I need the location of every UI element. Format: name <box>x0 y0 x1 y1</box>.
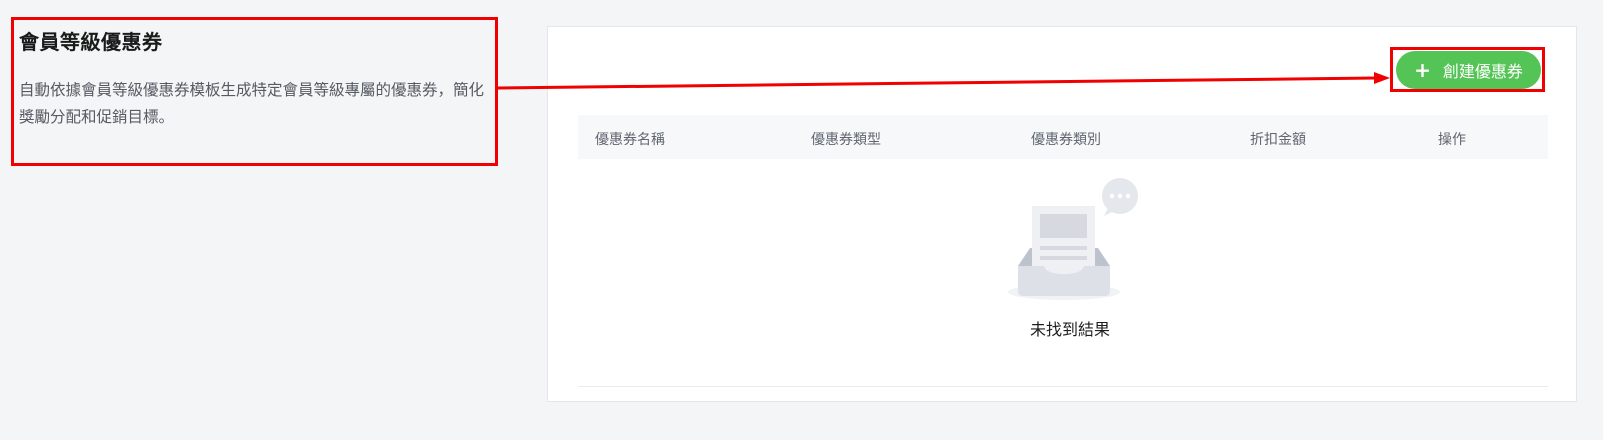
column-header-coupon-type: 優惠券類型 <box>811 132 881 148</box>
section-title: 會員等級優惠券 <box>19 30 163 54</box>
column-header-coupon-category: 優惠券類別 <box>1031 132 1101 148</box>
table-header: 優惠券名稱 優惠券類型 優惠券類別 折扣金額 操作 <box>578 115 1548 159</box>
section-description: 自動依據會員等級優惠券模板生成特定會員等級專屬的優惠券，簡化獎勵分配和促銷目標。 <box>19 81 485 126</box>
column-header-discount-amount: 折扣金額 <box>1250 132 1306 148</box>
column-header-actions: 操作 <box>1438 132 1466 148</box>
table-divider <box>578 386 1548 387</box>
empty-state-icon <box>1000 178 1140 308</box>
create-coupon-label: 創建優惠券 <box>1442 62 1523 81</box>
empty-state-text: 未找到結果 <box>1029 320 1110 339</box>
column-header-coupon-name: 優惠券名稱 <box>595 132 665 148</box>
plus-icon: + <box>1414 58 1431 82</box>
create-coupon-button[interactable]: + 創建優惠券 <box>1396 51 1541 89</box>
